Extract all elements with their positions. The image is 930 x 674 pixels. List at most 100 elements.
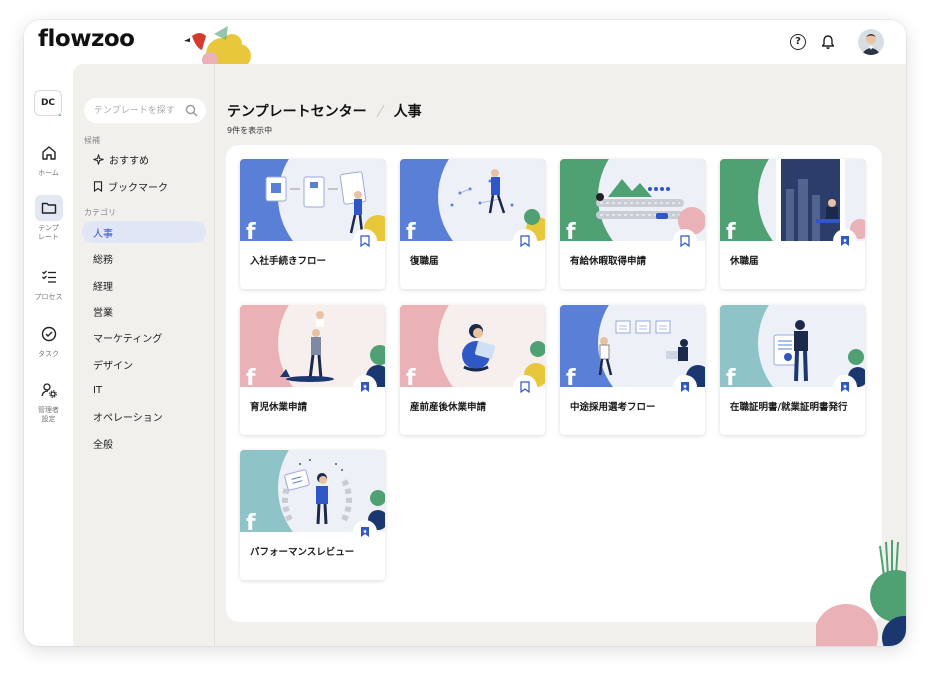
template-card[interactable]: f 入社手続きフロー [240, 159, 385, 289]
parrot-decoration-icon [184, 26, 251, 64]
sidebar-item-label: 総務 [93, 254, 113, 266]
page-title-text: テンプレートセンター [227, 104, 367, 120]
bookmark-icon [520, 381, 530, 393]
app-content: 候補 おすすめ ブックマーク カテゴリ 人事 総務 経理 営業 マーケティング … [73, 64, 906, 646]
user-avatar[interactable] [858, 29, 884, 55]
card-title: パフォーマンスレビュー [250, 547, 355, 558]
card-title: 育児休業申請 [250, 402, 308, 413]
template-grid: f 入社手続きフロー f 復職届 f 有給休暇取得申請 f 休職届 f 育児休業… [226, 145, 882, 622]
rail-label-templates: テンプ レート [38, 224, 59, 241]
bookmark-button[interactable] [673, 229, 697, 253]
sidebar-item-operations[interactable]: オペレーション [82, 405, 206, 427]
rail-label-process: プロセス [34, 293, 63, 301]
sidebar-item-label: オペレーション [93, 412, 163, 424]
sidebar-item-recommended[interactable]: おすすめ [82, 148, 206, 170]
home-icon [35, 140, 63, 166]
bookmark-button[interactable] [353, 229, 377, 253]
template-card[interactable]: f 有給休暇取得申請 [560, 159, 705, 289]
bookmark-button[interactable] [833, 229, 857, 253]
sidebar-item-all[interactable]: 全般 [82, 432, 206, 454]
bookmark-filled-icon [361, 382, 369, 392]
template-card[interactable]: f 中途採用選考フロー [560, 305, 705, 435]
sidebar-item-label: IT [93, 384, 103, 396]
sidebar-item-label: マーケティング [93, 333, 163, 345]
sparkle-icon [93, 153, 104, 165]
rail-item-tasks[interactable]: タスク [27, 321, 70, 359]
card-title: 産前産後休業申請 [410, 402, 487, 413]
rail-label-home: ホーム [38, 169, 59, 177]
bookmark-filled-icon [841, 236, 849, 246]
bookmark-button[interactable] [353, 520, 377, 544]
user-gear-icon [35, 377, 63, 403]
rail-item-templates[interactable]: テンプ レート [27, 195, 70, 242]
sidebar-item-it[interactable]: IT [82, 379, 206, 401]
template-card[interactable]: f 復職届 [400, 159, 545, 289]
svg-text:f: f [246, 366, 256, 387]
card-title: 休職届 [730, 256, 759, 267]
sidebar-item-label: おすすめ [109, 155, 149, 167]
result-count: 9件を表示中 [227, 126, 273, 135]
sidebar-item-label: ブックマーク [108, 182, 168, 194]
bookmark-button[interactable] [673, 375, 697, 399]
folder-icon [34, 195, 63, 221]
sidebar-item-accounting[interactable]: 経理 [82, 274, 206, 296]
checklist-icon [35, 264, 63, 290]
sidebar-item-label: 経理 [93, 281, 113, 293]
template-card[interactable]: f 育児休業申請 [240, 305, 385, 435]
svg-text:f: f [566, 220, 576, 241]
card-title: 入社手続きフロー [250, 256, 327, 267]
svg-text:f: f [406, 220, 416, 241]
sidebar-item-hr[interactable]: 人事 [82, 221, 206, 243]
card-title: 中途採用選考フロー [570, 402, 656, 413]
bookmark-button[interactable] [513, 229, 537, 253]
sidebar-item-design[interactable]: デザイン [82, 353, 206, 375]
breadcrumb-current: 人事 [393, 104, 422, 120]
plant-decoration-icon [816, 540, 906, 646]
sidebar-item-general-affairs[interactable]: 総務 [82, 247, 206, 269]
search-input[interactable] [94, 103, 184, 118]
app-window: flowzoo ? DC ⌄ ホーム テンプ レート プロセス タスク 管理者 … [24, 20, 906, 646]
card-title: 在職証明書/就業証明書発行 [730, 402, 848, 413]
sidebar-item-sales[interactable]: 営業 [82, 300, 206, 322]
svg-text:f: f [726, 366, 736, 387]
svg-text:f: f [726, 220, 736, 241]
section-label-category: カテゴリ [84, 208, 116, 217]
rail-item-process[interactable]: プロセス [27, 264, 70, 302]
template-search[interactable] [84, 98, 206, 123]
sidebar-item-label: 全般 [93, 439, 113, 451]
sidebar-item-bookmark[interactable]: ブックマーク [82, 175, 206, 197]
rail-item-home[interactable]: ホーム [27, 140, 70, 178]
rail-item-admin[interactable]: 管理者 設定 [27, 377, 70, 424]
bookmark-button[interactable] [833, 375, 857, 399]
sidebar-item-label: 人事 [93, 228, 113, 240]
chevron-down-icon[interactable]: ⌄ [57, 110, 63, 118]
sidebar-item-label: デザイン [93, 360, 133, 372]
template-card[interactable]: f 休職届 [720, 159, 865, 289]
help-icon[interactable]: ? [790, 34, 806, 50]
bookmark-filled-icon [841, 382, 849, 392]
rail-label-admin: 管理者 設定 [38, 406, 59, 423]
template-card[interactable]: f 在職証明書/就業証明書発行 [720, 305, 865, 435]
bell-icon[interactable] [820, 34, 836, 50]
template-card[interactable]: f パフォーマンスレビュー [240, 450, 385, 580]
nav-rail: DC ⌄ ホーム テンプ レート プロセス タスク 管理者 設定 [24, 64, 73, 646]
search-icon[interactable] [185, 104, 198, 117]
svg-text:f: f [246, 511, 256, 532]
breadcrumb-separator [376, 104, 385, 118]
bookmark-icon [520, 235, 530, 247]
svg-text:f: f [246, 220, 256, 241]
bookmark-filled-icon [361, 527, 369, 537]
bookmark-icon [93, 180, 103, 192]
svg-text:f: f [566, 366, 576, 387]
bookmark-icon [360, 235, 370, 247]
bookmark-button[interactable] [513, 375, 537, 399]
bookmark-button[interactable] [353, 375, 377, 399]
sidebar-item-label: 営業 [93, 307, 113, 319]
logo[interactable]: flowzoo [38, 26, 135, 52]
bookmark-filled-icon [681, 382, 689, 392]
card-title: 有給休暇取得申請 [570, 256, 647, 267]
check-circle-icon [35, 321, 63, 347]
sidebar-item-marketing[interactable]: マーケティング [82, 326, 206, 348]
template-card[interactable]: f 産前産後休業申請 [400, 305, 545, 435]
rail-label-tasks: タスク [38, 350, 59, 358]
